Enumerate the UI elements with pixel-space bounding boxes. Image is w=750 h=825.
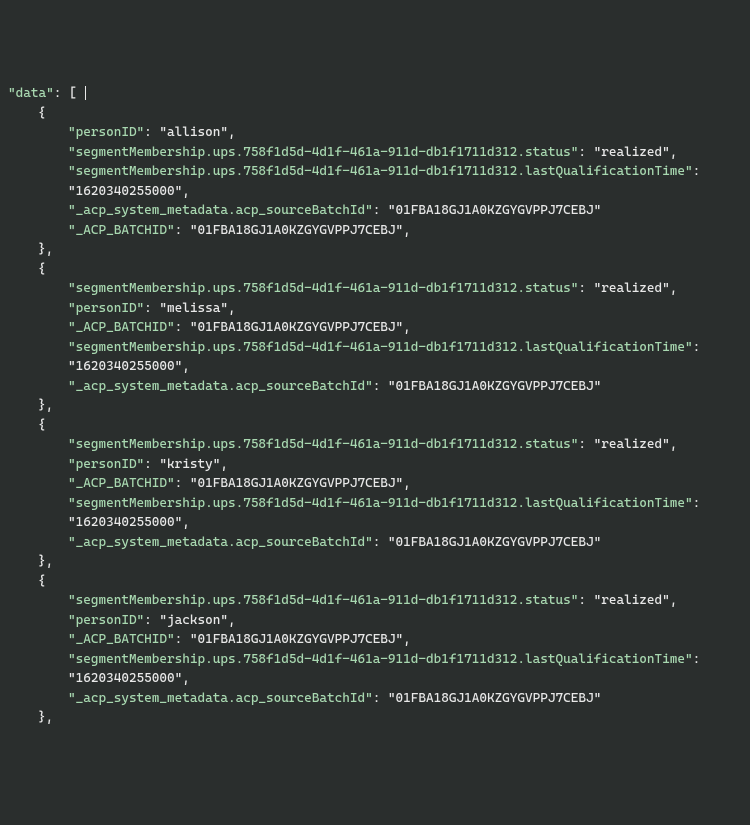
json-object-open: {	[8, 572, 750, 592]
json-keyvalue: "_acp_system_metadata.acp_sourceBatchId"…	[8, 201, 750, 221]
json-keyvalue: "personID": "kristy",	[8, 455, 750, 475]
json-value-wrap: "1620340255000",	[8, 669, 750, 689]
json-keyvalue: "_acp_system_metadata.acp_sourceBatchId"…	[8, 689, 750, 709]
json-keyvalue: "segmentMembership.ups.758f1d5d-4d1f-461…	[8, 591, 750, 611]
json-key-wrap: "segmentMembership.ups.758f1d5d-4d1f-461…	[8, 494, 750, 514]
json-keyvalue: "_acp_system_metadata.acp_sourceBatchId"…	[8, 533, 750, 553]
json-keyvalue: "_ACP_BATCHID": "01FBA18GJ1A0KZGYGVPPJ7C…	[8, 474, 750, 494]
json-keyvalue: "personID": "allison",	[8, 123, 750, 143]
json-object-close: },	[8, 396, 750, 416]
json-keyvalue: "segmentMembership.ups.758f1d5d-4d1f-461…	[8, 143, 750, 163]
json-object-open: {	[8, 104, 750, 124]
json-keyvalue: "segmentMembership.ups.758f1d5d-4d1f-461…	[8, 279, 750, 299]
json-key-wrap: "segmentMembership.ups.758f1d5d-4d1f-461…	[8, 338, 750, 358]
json-root-key: "data": [	[8, 84, 750, 104]
json-object-close: },	[8, 552, 750, 572]
json-value-wrap: "1620340255000",	[8, 357, 750, 377]
json-keyvalue: "_ACP_BATCHID": "01FBA18GJ1A0KZGYGVPPJ7C…	[8, 630, 750, 650]
json-keyvalue: "_ACP_BATCHID": "01FBA18GJ1A0KZGYGVPPJ7C…	[8, 221, 750, 241]
json-keyvalue: "_ACP_BATCHID": "01FBA18GJ1A0KZGYGVPPJ7C…	[8, 318, 750, 338]
json-object-close: },	[8, 240, 750, 260]
json-key-wrap: "segmentMembership.ups.758f1d5d-4d1f-461…	[8, 162, 750, 182]
json-code-block[interactable]: "data": [{"personID": "allison","segment…	[8, 84, 750, 728]
json-value-wrap: "1620340255000",	[8, 513, 750, 533]
json-keyvalue: "personID": "jackson",	[8, 611, 750, 631]
json-value-wrap: "1620340255000",	[8, 182, 750, 202]
text-cursor	[85, 86, 86, 100]
json-object-open: {	[8, 416, 750, 436]
json-object-open: {	[8, 260, 750, 280]
json-object-close: },	[8, 708, 750, 728]
json-key-wrap: "segmentMembership.ups.758f1d5d-4d1f-461…	[8, 650, 750, 670]
json-keyvalue: "_acp_system_metadata.acp_sourceBatchId"…	[8, 377, 750, 397]
json-keyvalue: "personID": "melissa",	[8, 299, 750, 319]
json-keyvalue: "segmentMembership.ups.758f1d5d-4d1f-461…	[8, 435, 750, 455]
